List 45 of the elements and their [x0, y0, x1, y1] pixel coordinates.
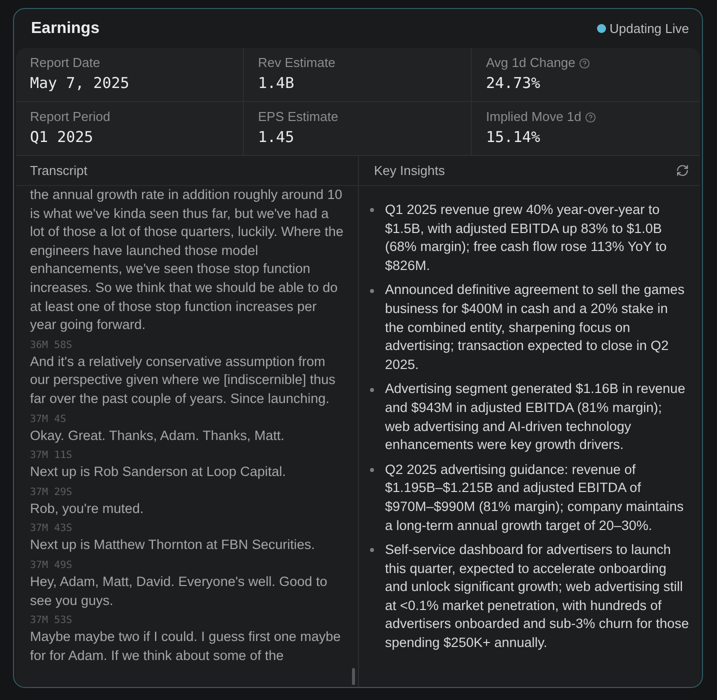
timestamp: 37M 4S [30, 412, 66, 427]
timestamp: 37M 43S [30, 522, 72, 536]
scrollbar-thumb[interactable] [352, 668, 355, 685]
timestamp: 36M 58S [30, 338, 72, 353]
stat-value: 15.14% [486, 127, 540, 148]
stat-label: Report Period [30, 108, 110, 126]
stat-label: Report Date [30, 54, 100, 72]
bullet-icon [370, 388, 374, 392]
transcript-text: Rob, you're muted. [30, 500, 145, 518]
insight-text: Q2 2025 advertising guidance: revenue of $1.195B–$1.215B and adjusted EBITDA of $970M–$990M (81% margin); company maintains a long-term annual growth target of 20–30%. [385, 460, 685, 535]
stat-label: Implied Move 1d [486, 108, 582, 126]
stat-value: 1.4B [258, 73, 294, 94]
card-title: Earnings [31, 18, 100, 38]
transcript-text: Maybe maybe two if I could. I guess first one maybe for for Adam. If we think about some of the [30, 628, 342, 665]
status-label: Updating Live [610, 20, 689, 38]
timestamp: 37M 29S [30, 486, 72, 500]
stat-value: May 7, 2025 [30, 73, 130, 94]
stat-label: Rev Estimate [258, 54, 336, 72]
help-icon[interactable] [585, 112, 596, 122]
section-title: Key Insights [374, 162, 445, 180]
transcript-text: Hey, Adam, Matt, David. Everyone's well. Good to see you guys. [30, 572, 328, 610]
transcript-text: Okay. Great. Thanks, Adam. Thanks, Matt. [30, 426, 286, 445]
section-title: Transcript [30, 162, 88, 180]
refresh-icon[interactable] [676, 164, 689, 177]
timestamp: 37M 53S [30, 614, 72, 628]
timestamp: 37M 49S [30, 558, 72, 573]
insight-text: Advertising segment generated $1.16B in revenue and $943M in adjusted EBITDA (81% margin); web advertising and AI-driven technology enhancements were key growth drivers. [385, 380, 686, 454]
stat-label: EPS Estimate [258, 108, 338, 126]
help-icon[interactable] [579, 58, 590, 68]
bullet-icon [370, 208, 374, 212]
stat-value: Q1 2025 [30, 127, 94, 148]
stat-label: Avg 1d Change [486, 54, 576, 72]
transcript-text: And it's a relatively conservative assumption from our perspective given where we [indiscernible] thus far over the past couple of years. Since launching. [30, 352, 336, 408]
insight-text: Announced definitive agreement to sell the games business for $400M in cash and a 20% stake in the combined entity, sharpening focus on advertising; transaction expected to close in Q2 2025. [385, 281, 686, 374]
bullet-icon [370, 288, 374, 293]
bullet-icon [370, 468, 374, 472]
stat-value: 1.45 [258, 127, 294, 148]
stat-value: 24.73% [486, 73, 540, 94]
insight-text: Self-service dashboard for advertisers to launch this quarter, expected to accelerate onboarding and unlock significant growth; web advertising still at <0.1% market penetration, with hundreds of advertisers onboarded and sub-3% churn for those spending $250K+ annually. [385, 541, 690, 652]
insight-text: Q1 2025 revenue grew 40% year-over-year to $1.5B, with adjusted EBITDA up 83% to $1.0B (68% margin); free cash flow rose 113% YoY to $826M. [385, 201, 668, 275]
transcript-text: Next up is Matthew Thornton at FBN Securities. [30, 536, 316, 554]
transcript-text: Next up is Rob Sanderson at Loop Capital. [30, 463, 287, 482]
transcript-text: the annual growth rate in addition roughly around 10 is what we've kinda seen thus far, but we've had a lot of those a lot of those quarters, luckily. Where the engineers have launched those model enhancements, we've seen those stop function increases. So we think that we should be able to do at least one of those stop function increases per year going forward. [30, 186, 344, 334]
timestamp: 37M 11S [30, 449, 72, 464]
bullet-icon [370, 548, 374, 552]
